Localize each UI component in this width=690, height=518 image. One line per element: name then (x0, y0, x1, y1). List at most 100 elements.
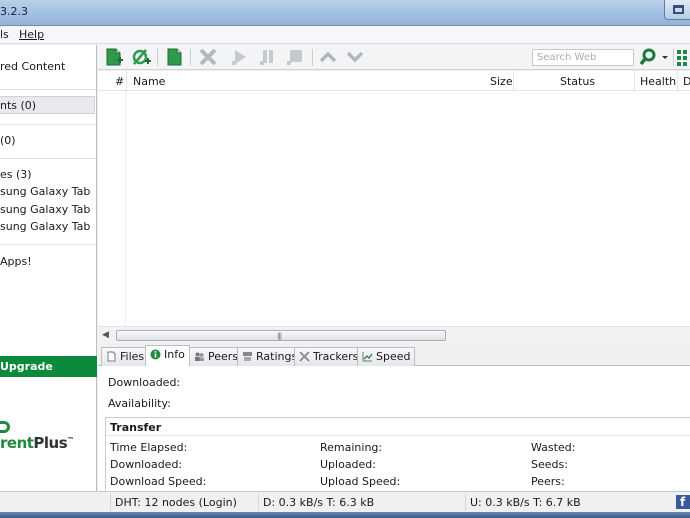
peers-label: Peers: (531, 475, 565, 488)
detail-tabs: Files Info Peers Ratings Trackers Speed (98, 344, 690, 367)
sidebar-divider (0, 244, 96, 245)
dht-status[interactable]: DHT: 12 nodes (Login) (110, 494, 255, 511)
tab-trackers[interactable]: Trackers (294, 347, 364, 366)
sidebar-item-featured-content[interactable]: red Content (0, 60, 65, 73)
column-divider[interactable] (634, 71, 635, 91)
move-up-icon[interactable] (317, 47, 339, 67)
maximize-icon (673, 5, 684, 14)
toolbar: Search Web (98, 45, 690, 70)
wasted-label: Wasted: (531, 441, 576, 454)
transfer-divider (106, 435, 690, 436)
transfer-heading: Transfer (110, 421, 162, 434)
scroll-left-arrow-icon[interactable]: ◀ (102, 330, 109, 340)
tab-peers-label: Peers (208, 350, 239, 363)
downloaded-label: Downloaded: (108, 376, 181, 389)
status-bar: DHT: 12 nodes (Login) D: 0.3 kB/s T: 6.3… (0, 491, 690, 512)
time-elapsed-label: Time Elapsed: (110, 441, 188, 454)
upgrade-label: Upgrade (0, 360, 53, 373)
list-gutter (98, 91, 126, 326)
tab-speed[interactable]: Speed (357, 347, 416, 366)
remove-icon[interactable] (197, 47, 219, 67)
column-status[interactable]: Status (560, 75, 595, 88)
upgrade-banner[interactable]: Upgrade (0, 356, 97, 377)
column-divider[interactable] (677, 71, 678, 91)
tab-info[interactable]: Info (145, 345, 190, 367)
torrent-list[interactable]: # Name Size Status Health D ◀ ||| (98, 71, 690, 343)
menu-options[interactable]: ls (0, 28, 9, 41)
scrollbar-thumb[interactable]: ||| (116, 330, 446, 341)
tab-ratings[interactable]: Ratings (237, 347, 303, 366)
sidebar-item-feeds[interactable]: (0) (0, 134, 16, 147)
title-bar: 3.2.3 (0, 0, 690, 26)
sidebar-item-apps[interactable]: Apps! (0, 255, 32, 268)
column-downloaded[interactable]: D (683, 75, 690, 88)
downloaded-total-label: Downloaded: (110, 458, 183, 471)
facebook-icon[interactable]: f (676, 495, 690, 509)
create-torrent-icon[interactable] (163, 47, 185, 67)
sidebar-item-device-2[interactable]: sung Galaxy Tab (0, 203, 90, 216)
upload-speed-label: Upload Speed: (320, 475, 401, 488)
download-speed-label: Download Speed: (110, 475, 207, 488)
add-torrent-icon[interactable] (103, 47, 125, 67)
toolbar-divider (673, 49, 674, 66)
trackers-icon (299, 351, 310, 362)
column-divider[interactable] (513, 71, 514, 91)
grid-view-icon[interactable] (676, 47, 690, 67)
window-title: 3.2.3 (0, 5, 28, 18)
column-health[interactable]: Health (640, 75, 676, 88)
move-down-icon[interactable] (344, 47, 366, 67)
tab-files-label: Files (120, 350, 145, 363)
column-divider[interactable] (126, 71, 127, 91)
info-panel: Downloaded: Availability: Transfer Time … (98, 366, 690, 497)
magnifier-icon[interactable] (638, 47, 660, 67)
uploaded-label: Uploaded: (320, 458, 376, 471)
sidebar-item-torrents[interactable]: nts (0) (0, 99, 36, 112)
info-icon (150, 349, 161, 360)
sidebar-item-device-3[interactable]: sung Galaxy Tab (0, 220, 90, 233)
sidebar-item-devices[interactable]: es (3) (0, 168, 32, 181)
grip-icon: ||| (277, 332, 282, 340)
toolbar-divider (157, 49, 158, 66)
upload-status[interactable]: U: 0.3 kB/s T: 6.7 kB (465, 494, 665, 511)
list-header: # Name Size Status Health D (98, 71, 690, 91)
transfer-group: Transfer Time Elapsed: Downloaded: Downl… (105, 417, 690, 497)
tab-peers[interactable]: Peers (189, 347, 244, 366)
tab-info-label: Info (164, 348, 185, 361)
logo-text-dark: Plus (33, 434, 68, 452)
add-url-icon[interactable] (130, 47, 152, 67)
menu-bar: ls Help (0, 26, 690, 44)
seeds-label: Seeds: (531, 458, 568, 471)
logo-mark-icon (0, 421, 10, 433)
toolbar-divider (190, 49, 191, 66)
sidebar-divider (0, 89, 96, 90)
tab-speed-label: Speed (376, 350, 411, 363)
logo-trademark: ™ (67, 436, 74, 444)
maximize-button[interactable] (664, 0, 690, 20)
ratings-icon (243, 352, 252, 361)
stop-icon[interactable] (284, 47, 306, 67)
sidebar-divider (0, 158, 96, 159)
search-dropdown-chevron-icon[interactable] (660, 47, 670, 67)
column-size[interactable]: Size (490, 75, 513, 88)
horizontal-scrollbar[interactable]: ◀ ||| (98, 326, 690, 343)
files-icon (107, 351, 116, 362)
sidebar-divider (0, 124, 96, 125)
speed-icon (362, 352, 373, 362)
download-status[interactable]: D: 0.3 kB/s T: 6.3 kB (258, 494, 463, 511)
tab-trackers-label: Trackers (313, 350, 359, 363)
remaining-label: Remaining: (320, 441, 383, 454)
search-web-input[interactable]: Search Web (532, 49, 634, 66)
pause-icon[interactable] (257, 47, 279, 67)
tab-files[interactable]: Files (101, 347, 150, 366)
tab-ratings-label: Ratings (256, 350, 298, 363)
sidebar: red Content nts (0) (0) es (3) sung Gala… (0, 45, 97, 491)
column-name[interactable]: Name (133, 75, 165, 88)
sidebar-item-device-1[interactable]: sung Galaxy Tab (0, 185, 90, 198)
peers-icon (195, 352, 204, 361)
taskbar-strip (0, 512, 690, 518)
column-number[interactable]: # (115, 75, 124, 88)
utorrent-plus-logo: rentPlus™ (0, 415, 97, 455)
menu-help[interactable]: Help (19, 28, 44, 41)
toolbar-divider (312, 49, 313, 66)
start-icon[interactable] (229, 47, 251, 67)
